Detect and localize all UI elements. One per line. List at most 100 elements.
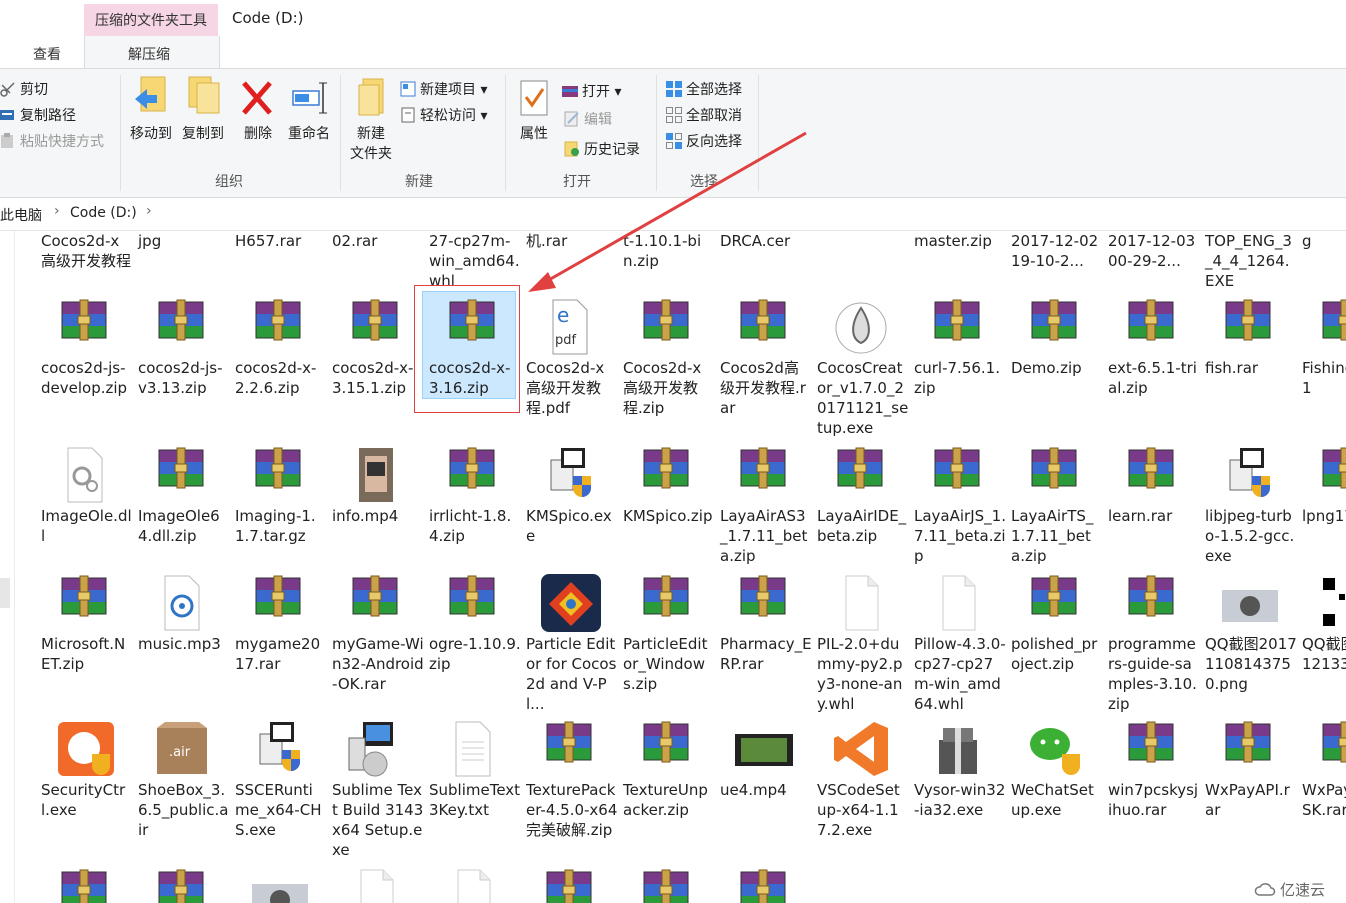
file-item[interactable]: SSCERuntime_x64-CHS.exe: [232, 720, 328, 850]
file-item[interactable]: lpng17z: [1299, 446, 1346, 576]
file-item[interactable]: TOP_ENG_3_4_4_1264.EXE: [1202, 231, 1298, 301]
file-item[interactable]: Microsoft.NET.zip: [38, 574, 134, 704]
delete-button[interactable]: 删除: [238, 75, 278, 143]
cut-button[interactable]: 剪切: [0, 79, 48, 99]
file-item[interactable]: 2017-12-02 19-10-2...: [1008, 231, 1104, 301]
file-item[interactable]: music.mp3: [135, 574, 231, 704]
history-button[interactable]: 历史记录: [564, 139, 640, 159]
chevron-right-icon[interactable]: ›: [54, 203, 60, 219]
file-item[interactable]: H657.rar: [232, 231, 328, 301]
chevron-right-icon[interactable]: ›: [146, 203, 152, 219]
file-item[interactable]: cocos2d-js-v3.13.zip: [135, 298, 231, 428]
properties-button[interactable]: 属性: [512, 75, 556, 143]
file-item[interactable]: QQ截图20171108143750.png: [1202, 574, 1298, 704]
rename-button[interactable]: 重命名: [284, 75, 334, 143]
file-item[interactable]: ue4.mp4: [717, 720, 813, 850]
file-item[interactable]: LayaAirTS_1.7.11_beta.zip: [1008, 446, 1104, 576]
context-tab-compressed-folder-tools[interactable]: 压缩的文件夹工具: [84, 4, 218, 36]
new-folder-button[interactable]: 新建 文件夹: [346, 75, 396, 163]
file-item[interactable]: Pharmacy_ERP.rar: [717, 574, 813, 704]
file-item[interactable]: Sublime Text Build 3143 x64 Setup.exe: [329, 720, 425, 859]
breadcrumb-drive[interactable]: Code (D:): [70, 205, 137, 221]
file-item[interactable]: LayaAirIDE_beta.zip: [814, 446, 910, 576]
file-item[interactable]: SecurityCtrl.exe: [38, 720, 134, 850]
file-item[interactable]: PIL-2.0+dummy-py2.py3-none-any.whl: [814, 574, 910, 713]
file-item[interactable]: KMSpico.exe: [523, 446, 619, 576]
file-item[interactable]: Cocos2d-x高级开发教程.zip: [620, 298, 716, 428]
file-item[interactable]: KMSpico.zip: [620, 446, 716, 576]
new-item-button[interactable]: 新建项目 ▾: [400, 79, 487, 99]
file-item[interactable]: FishingStep1: [1299, 298, 1346, 428]
file-item[interactable]: myGame-Win32-Android-OK.rar: [329, 574, 425, 704]
file-item[interactable]: [38, 868, 134, 903]
file-item[interactable]: ParticleEditor_Windows.zip: [620, 574, 716, 704]
file-item[interactable]: 02.rar: [329, 231, 425, 301]
file-item[interactable]: ogre-1.10.9.zip: [426, 574, 522, 704]
copy-to-button[interactable]: 复制到: [178, 75, 228, 143]
select-all-button[interactable]: 全部选择: [666, 79, 742, 99]
file-item[interactable]: jpg: [135, 231, 231, 301]
file-item[interactable]: e pdf Cocos2d-x高级开发教程.pdf: [523, 298, 619, 428]
file-item[interactable]: t-1.10.1-bin.zip: [620, 231, 716, 301]
file-item[interactable]: LayaAirAS3_1.7.11_beta.zip: [717, 446, 813, 576]
file-item[interactable]: QQ截图2017121333g: [1299, 574, 1346, 704]
file-item[interactable]: curl-7.56.1.zip: [911, 298, 1007, 428]
paste-shortcut-button[interactable]: 粘贴快捷方式: [0, 131, 104, 151]
file-item[interactable]: learn.rar: [1105, 446, 1201, 576]
file-item[interactable]: [620, 868, 716, 903]
file-view[interactable]: Cocos2d-x 高级开发教程 jpg H657.rar 02.rar 27-cp27…: [0, 231, 1346, 903]
copy-path-button[interactable]: 复制路径: [0, 105, 76, 125]
file-item[interactable]: Demo.zip: [1008, 298, 1104, 428]
file-item[interactable]: cocos2d-x-2.2.6.zip: [232, 298, 328, 428]
file-item[interactable]: DRCA.cer: [717, 231, 813, 301]
file-item[interactable]: [814, 231, 910, 301]
file-item[interactable]: libjpeg-turbo-1.5.2-gcc.exe: [1202, 446, 1298, 576]
file-item[interactable]: fish.rar: [1202, 298, 1298, 428]
file-item[interactable]: 机.rar: [523, 231, 619, 301]
invert-selection-button[interactable]: 反向选择: [666, 131, 742, 151]
file-item[interactable]: Particle Editor for Cocos2d and V-Pl...: [523, 574, 619, 713]
pane-resize-handle[interactable]: [0, 578, 10, 608]
file-item[interactable]: WxPayAPI.rar: [1202, 720, 1298, 850]
file-item[interactable]: WxPayJL-TESK.rar: [1299, 720, 1346, 850]
file-item[interactable]: Pillow-4.3.0-cp27-cp27m-win_amd64.whl: [911, 574, 1007, 713]
file-item[interactable]: Cocos2d-x 高级开发教程: [38, 231, 134, 301]
file-item[interactable]: [717, 868, 813, 903]
file-item[interactable]: cocos2d-x-3.15.1.zip: [329, 298, 425, 428]
file-item[interactable]: polished_project.zip: [1008, 574, 1104, 704]
file-item[interactable]: TexturePacker-4.5.0-x64完美破解.zip: [523, 720, 619, 850]
file-item[interactable]: ext-6.5.1-trial.zip: [1105, 298, 1201, 428]
file-item[interactable]: win7pcskysjihuo.rar: [1105, 720, 1201, 850]
file-item[interactable]: ImageOle64.dll.zip: [135, 446, 231, 576]
file-item[interactable]: Vysor-win32-ia32.exe: [911, 720, 1007, 850]
file-item[interactable]: info.mp4: [329, 446, 425, 576]
file-item[interactable]: LayaAirJS_1.7.11_beta.zip: [911, 446, 1007, 576]
file-item[interactable]: CocosCreator_v1.7.0_20171121_setup.exe: [814, 298, 910, 437]
tab-view[interactable]: 查看: [33, 44, 61, 64]
file-item[interactable]: mygame2017.rar: [232, 574, 328, 704]
file-item[interactable]: TextureUnpacker.zip: [620, 720, 716, 850]
easy-access-button[interactable]: 轻松访问 ▾: [400, 105, 487, 125]
breadcrumb-this-pc[interactable]: 此电脑: [0, 205, 42, 225]
file-item[interactable]: master.zip: [911, 231, 1007, 301]
file-item[interactable]: Imaging-1.1.7.tar.gz: [232, 446, 328, 576]
edit-button[interactable]: 编辑: [564, 109, 612, 129]
file-item[interactable]: [135, 868, 231, 903]
tab-extract[interactable]: 解压缩: [128, 44, 170, 64]
file-item[interactable]: VSCodeSetup-x64-1.17.2.exe: [814, 720, 910, 850]
file-item[interactable]: cocos2d-js-develop.zip: [38, 298, 134, 428]
file-item[interactable]: [329, 868, 425, 903]
select-none-button[interactable]: 全部取消: [666, 105, 742, 125]
address-bar[interactable]: 此电脑 › Code (D:) ›: [0, 198, 1346, 231]
file-item[interactable]: Cocos2d高级开发教程.rar: [717, 298, 813, 428]
tab-extract-active[interactable]: 解压缩: [84, 36, 220, 69]
open-button[interactable]: 打开 ▾: [562, 81, 621, 101]
file-item[interactable]: 2017-12-03 00-29-2...: [1105, 231, 1201, 301]
file-item[interactable]: g: [1299, 231, 1346, 301]
file-item[interactable]: programmers-guide-samples-3.10.zip: [1105, 574, 1201, 713]
file-item[interactable]: [426, 868, 522, 903]
file-item[interactable]: SublimeText3Key.txt: [426, 720, 522, 850]
file-item[interactable]: [232, 868, 328, 903]
file-item[interactable]: .air ShoeBox_3.6.5_public.air: [135, 720, 231, 850]
file-item[interactable]: irrlicht-1.8.4.zip: [426, 446, 522, 576]
